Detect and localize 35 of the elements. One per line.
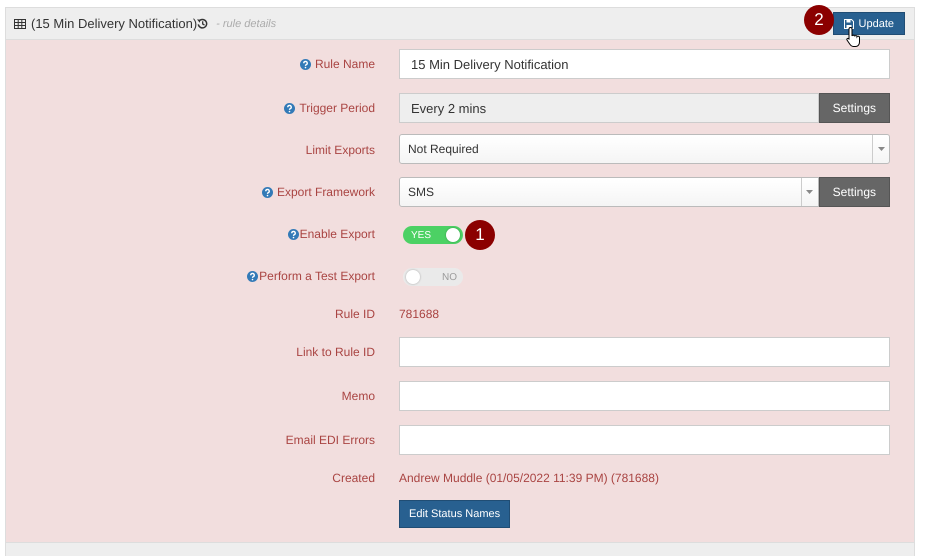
input-field[interactable]: 15 Min Delivery Notification (399, 49, 890, 79)
toggle-label: YES (411, 230, 432, 240)
field-label: Rule ID (334, 307, 375, 321)
edit-status-names-button[interactable]: Edit Status Names (399, 500, 510, 528)
field-value: 781688 (399, 307, 440, 321)
field-label: Memo (342, 389, 375, 403)
toggle-label: NO (442, 272, 457, 282)
panel-subtitle: - rule details (216, 18, 276, 30)
field-label: Email EDI Errors (286, 433, 375, 447)
input-field[interactable] (399, 381, 890, 411)
update-button[interactable]: Update (832, 12, 905, 35)
callout-badge: 1 (465, 220, 495, 250)
input-field[interactable] (399, 337, 890, 367)
dropdown-field[interactable]: SMS (399, 177, 819, 207)
input-field[interactable] (399, 425, 890, 455)
field-label: Link to Rule ID (296, 345, 375, 359)
history-icon (197, 18, 208, 29)
panel-title: (15 Min Delivery Notification) (31, 16, 198, 31)
field-label: Limit Exports (306, 143, 375, 157)
field-label: Enable Export (300, 227, 375, 241)
table-icon (14, 18, 26, 28)
caret-icon (806, 190, 814, 194)
callout-badge: 2 (804, 5, 834, 35)
field-label: Perform a Test Export (259, 269, 375, 283)
settings-button[interactable]: Settings (818, 177, 890, 207)
save-icon (844, 18, 854, 28)
field-label: Created (332, 471, 375, 485)
field-label: Export Framework (276, 185, 375, 199)
input-field[interactable]: Every 2 mins (399, 93, 819, 123)
field-label: Trigger Period (299, 101, 375, 115)
dropdown-field[interactable]: Not Required (399, 134, 890, 164)
caret-icon (878, 147, 884, 151)
settings-button[interactable]: Settings (818, 93, 890, 123)
field-label: Rule Name (314, 57, 375, 71)
field-value: Andrew Muddle (01/05/2022 11:39 PM) (781688) (399, 471, 659, 485)
